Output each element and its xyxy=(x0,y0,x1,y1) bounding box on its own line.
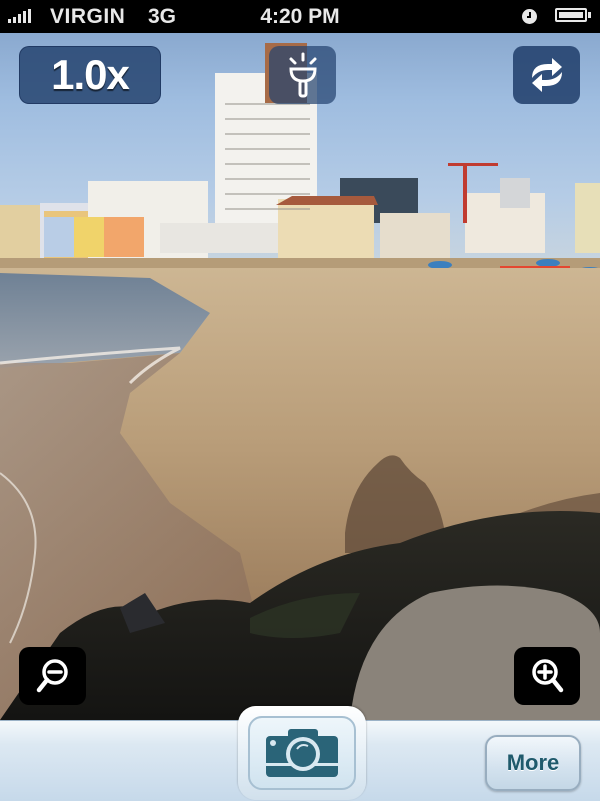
shutter-button-face xyxy=(248,716,356,790)
shutter-button[interactable] xyxy=(238,706,366,800)
zoom-in-icon xyxy=(532,659,564,693)
more-button[interactable]: More xyxy=(485,735,581,791)
zoom-level-button[interactable]: 1.0x xyxy=(19,46,161,104)
flashlight-button[interactable] xyxy=(269,46,336,104)
zoom-in-button[interactable] xyxy=(514,647,580,705)
alarm-clock-icon xyxy=(522,9,537,24)
flashlight-icon xyxy=(288,52,317,98)
camera-viewfinder[interactable]: 1.0x xyxy=(0,33,600,720)
clock: 4:20 PM xyxy=(260,5,340,28)
status-bar: VIRGIN 3G 4:20 PM xyxy=(0,0,600,33)
battery-tip xyxy=(588,12,591,18)
zoom-out-icon xyxy=(36,659,68,693)
rotate-arrows-icon xyxy=(531,58,562,92)
camera-preview-image xyxy=(0,43,600,720)
battery-icon xyxy=(555,8,587,22)
switch-camera-button[interactable] xyxy=(513,46,580,104)
camera-icon xyxy=(266,729,338,777)
zoom-out-button[interactable] xyxy=(19,647,86,705)
